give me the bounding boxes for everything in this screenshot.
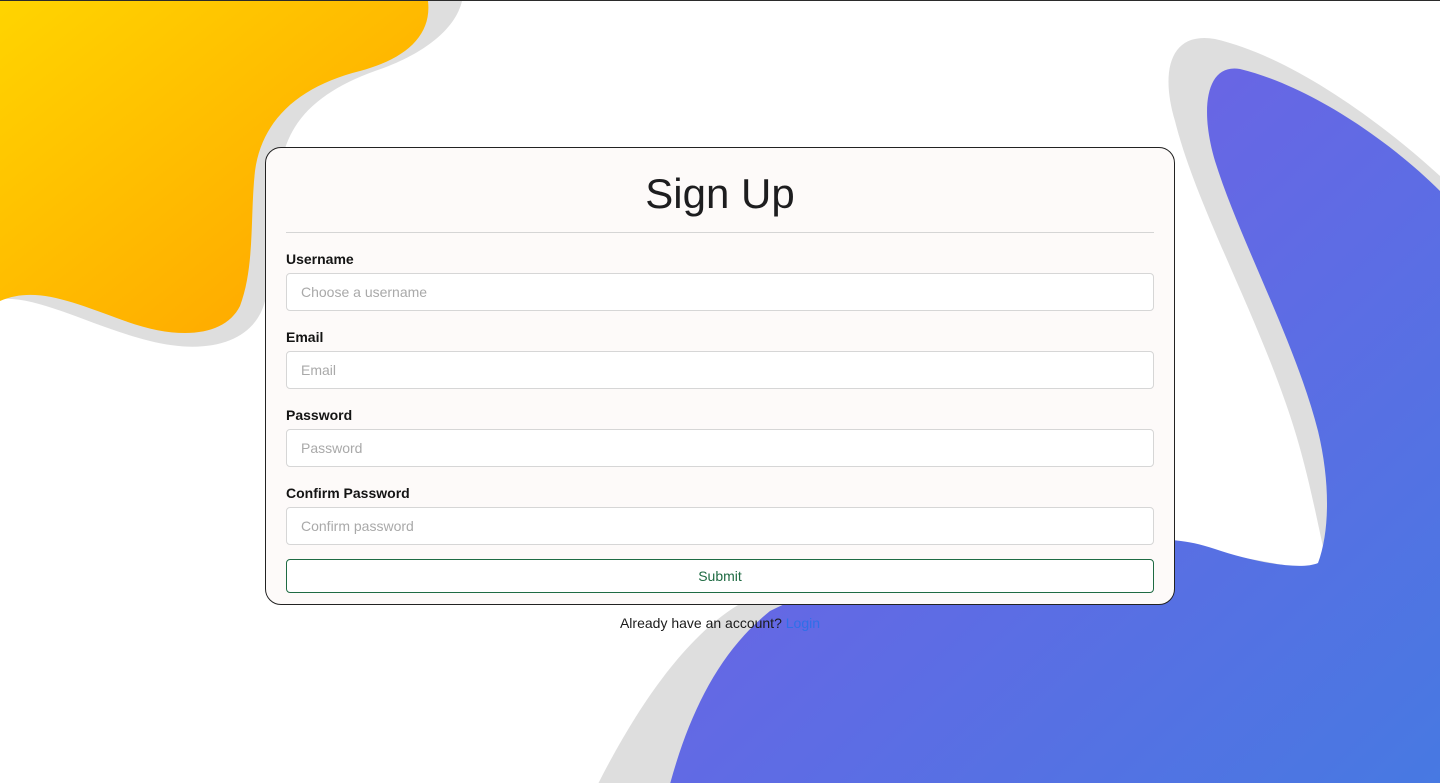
login-link[interactable]: Login bbox=[786, 615, 820, 631]
confirm-password-label: Confirm Password bbox=[286, 485, 410, 501]
password-field-group: Password bbox=[286, 406, 1154, 467]
email-input[interactable] bbox=[286, 351, 1154, 389]
login-prompt-text: Already have an account? bbox=[619, 615, 782, 631]
page-title: Sign Up bbox=[645, 170, 795, 217]
username-label: Username bbox=[286, 251, 354, 267]
username-field-group: Username bbox=[286, 250, 1154, 311]
confirm-password-field-group: Confirm Password bbox=[286, 484, 1154, 545]
signup-form: Username Email Password Confirm Password… bbox=[286, 233, 1154, 593]
email-field-group: Email bbox=[286, 328, 1154, 389]
page-background: Sign Up Username Email Password Confirm … bbox=[0, 0, 1440, 783]
username-input[interactable] bbox=[286, 273, 1154, 311]
email-label: Email bbox=[286, 329, 324, 345]
submit-button[interactable]: Submit bbox=[286, 559, 1154, 593]
login-prompt: Already have an account? Login bbox=[0, 613, 1440, 633]
confirm-password-input[interactable] bbox=[286, 507, 1154, 545]
password-input[interactable] bbox=[286, 429, 1154, 467]
signup-card: Sign Up Username Email Password Confirm … bbox=[265, 147, 1175, 605]
password-label: Password bbox=[286, 407, 353, 423]
